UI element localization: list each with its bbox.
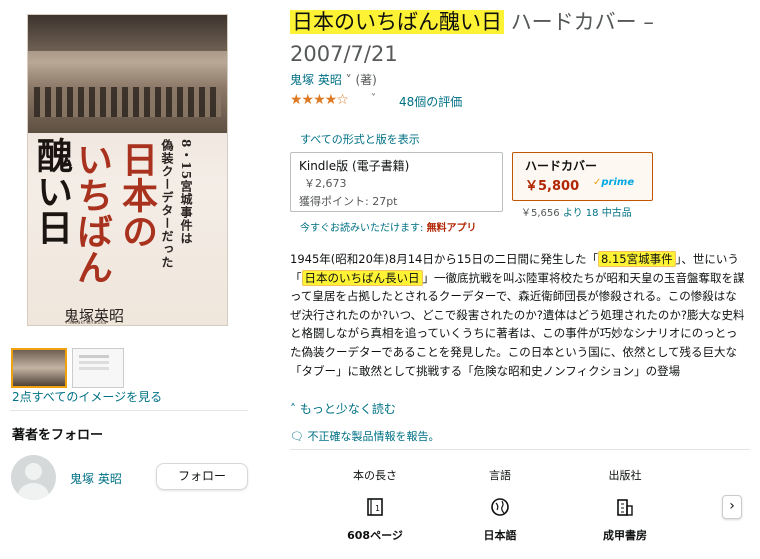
ratings-count-link[interactable]: 48個の評価 (399, 93, 462, 110)
thumbnail-cover[interactable] (11, 348, 67, 388)
format-name: Kindle版 (電子書籍) (299, 159, 410, 173)
attr-label-length: 本の長さ (353, 469, 397, 482)
divider (290, 449, 750, 450)
used-price: ￥5,656 (521, 208, 560, 219)
all-images-link[interactable]: 2点すべてのイメージを見る (12, 388, 162, 405)
used-offers-link[interactable]: ￥5,656 より 18 中古品 (521, 204, 632, 219)
kindle-app-free: 無料アプリ (426, 223, 477, 234)
cover-subtitle-line2: 偽装クーデターだった (160, 139, 174, 269)
book-icon: 1 (365, 497, 385, 517)
highlight-longest-day: 日本のいちばん長い日 (301, 269, 423, 286)
product-title-text: 日本のいちばん醜い日 (290, 10, 504, 34)
read-less-link[interactable]: ˄ もっと少なく読む (290, 400, 396, 417)
format-points: 獲得ポイント: 27pt (299, 195, 398, 208)
author-chevron-icon[interactable]: ˅ (346, 73, 356, 87)
kindle-app-text: 今すぐお読みいただけます: (300, 223, 424, 234)
svg-text:1: 1 (375, 504, 380, 513)
attr-value-publisher: 成甲書房 (603, 529, 647, 542)
cover-subtitle-line1: 8・15宮城事件は (179, 139, 193, 246)
report-issue-link[interactable]: 🗨 不正確な製品情報を報告。 (290, 428, 439, 444)
highlight-incident: 8.15宮城事件 (597, 251, 676, 267)
author-link[interactable]: 鬼塚 英昭 (290, 73, 342, 87)
kindle-app-line[interactable]: 今すぐお読みいただけます: 無料アプリ (300, 219, 477, 234)
follow-author-heading: 著者をフォロー (12, 428, 104, 443)
attr-value-length: 608ページ (347, 529, 403, 542)
comment-icon: 🗨 (290, 430, 308, 443)
chevron-right-icon[interactable]: › (722, 495, 742, 519)
follow-author-name[interactable]: 鬼塚 英昭 (70, 470, 122, 487)
format-price: ￥5,800 (525, 179, 580, 194)
author-avatar[interactable] (11, 455, 56, 500)
star-rating-icon[interactable]: ★★★★☆ (290, 92, 349, 108)
cover-title-col1: 日本の (116, 141, 158, 249)
format-option-kindle[interactable]: Kindle版 (電子書籍) ￥2,673 獲得ポイント: 27pt (290, 152, 503, 212)
author-role: (著) (355, 73, 377, 87)
book-cover-image[interactable]: 8・15宮城事件は 偽装クーデターだった 日本の いちばん 醜い日 鬼塚英昭 H… (27, 14, 228, 326)
format-price: ￥2,673 (304, 177, 347, 190)
all-formats-link[interactable]: すべての形式と版を表示 (300, 131, 420, 147)
used-text: より 18 中古品 (562, 208, 632, 219)
prime-icon: ✓prime (593, 177, 635, 188)
divider (10, 410, 248, 411)
format-name: ハードカバー (525, 159, 598, 173)
chevron-up-icon: ˄ (290, 402, 300, 416)
attr-label-publisher: 出版社 (608, 469, 642, 482)
attr-label-language: 言語 (489, 469, 511, 482)
byline: 鬼塚 英昭 ˅ (著) (290, 71, 377, 88)
attr-value-language: 日本語 (483, 529, 517, 542)
format-option-hardcover[interactable]: ハードカバー ￥5,800 ✓prime (512, 152, 653, 201)
building-icon (615, 497, 635, 517)
thumbnail-back[interactable] (72, 348, 124, 388)
rating-chevron-icon[interactable]: ˅ (371, 93, 376, 104)
follow-button[interactable]: フォロー (156, 463, 248, 490)
product-title: 日本のいちばん醜い日 ハードカバー – (290, 8, 755, 37)
cover-author-romaji: Hideaki Onizuka (66, 320, 107, 326)
product-format-label: ハードカバー – (510, 10, 654, 34)
cover-title-col3: 醜い日 (31, 137, 73, 245)
cover-title-col2: いちばん (71, 141, 113, 285)
globe-icon (490, 497, 510, 517)
product-description: 1945年(昭和20年)8月14日から15日の二日間に発生した「 8.15宮城事件… (290, 251, 745, 378)
cover-photo (28, 15, 227, 133)
publication-date: 2007/7/21 (290, 42, 398, 66)
